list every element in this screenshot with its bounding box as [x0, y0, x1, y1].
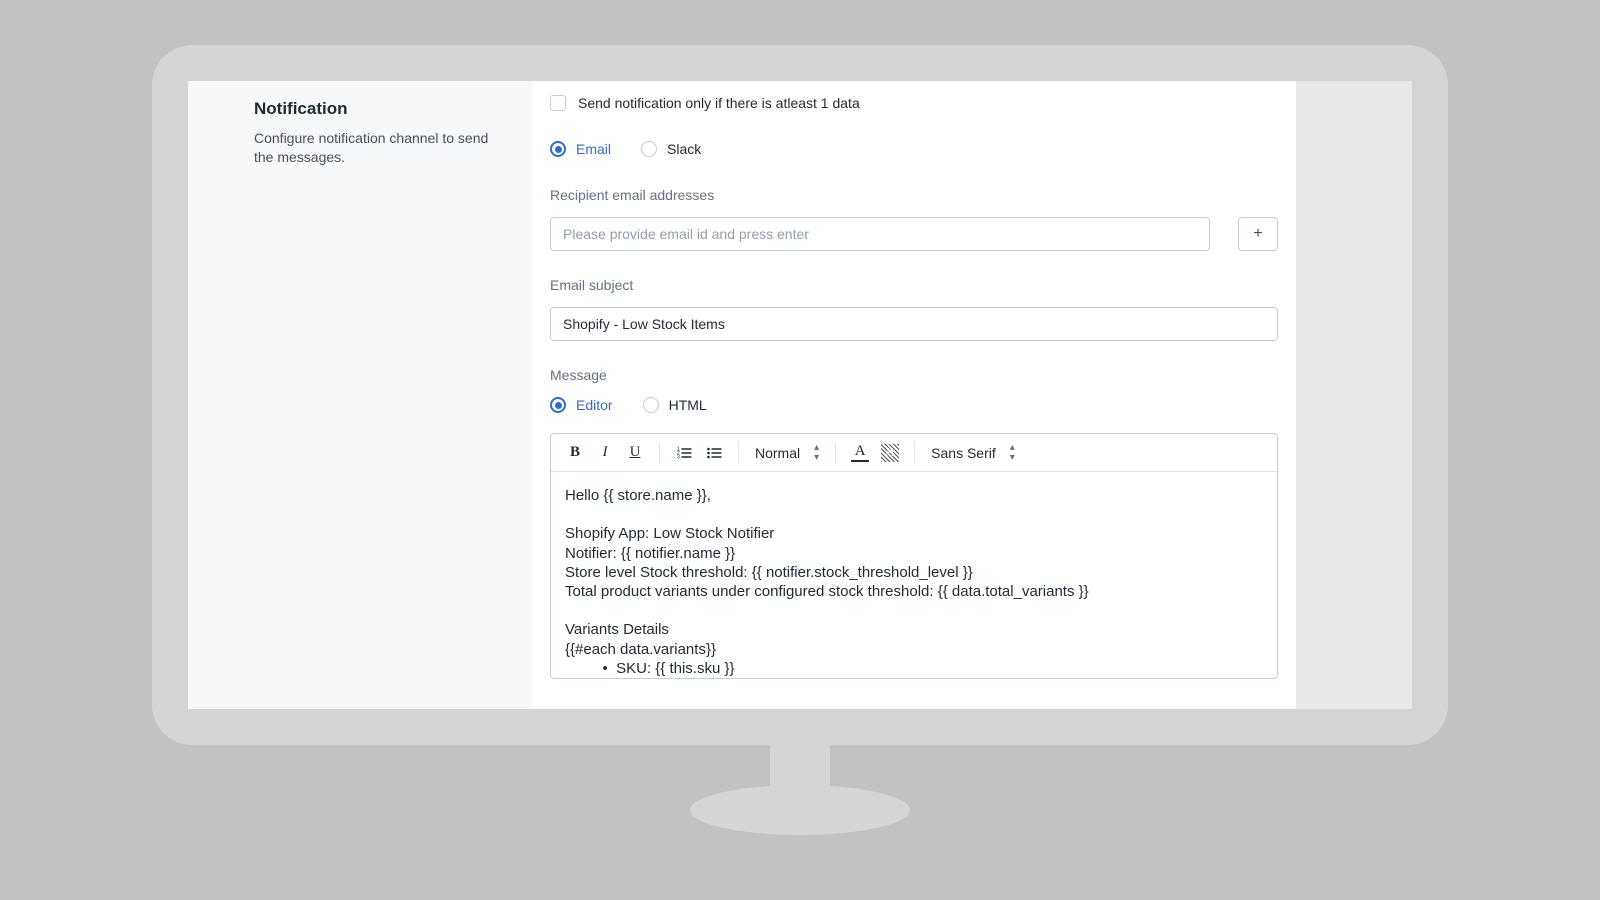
font-select-label: Sans Serif — [931, 445, 996, 461]
screen: Notification Configure notification chan… — [188, 81, 1412, 709]
channel-email-label: Email — [576, 141, 611, 157]
sidebar-title: Notification — [254, 99, 504, 119]
app-content: Notification Configure notification chan… — [188, 81, 1296, 709]
heading-select[interactable]: Normal ▴▾ — [751, 443, 823, 463]
channel-radio-group: Email Slack — [550, 141, 1278, 157]
channel-slack-label: Slack — [667, 141, 701, 157]
channel-email[interactable]: Email — [550, 141, 611, 157]
chevron-updown-icon: ▴▾ — [1010, 443, 1015, 463]
message-label: Message — [550, 367, 1278, 383]
toolbar-separator — [659, 442, 660, 464]
recipient-input[interactable] — [550, 217, 1210, 251]
italic-icon[interactable]: I — [593, 441, 617, 465]
radio-selected-icon — [550, 141, 566, 157]
monitor-bezel: Notification Configure notification chan… — [152, 45, 1448, 745]
toolbar-separator — [914, 442, 915, 464]
mode-html[interactable]: HTML — [643, 397, 707, 413]
text-color-icon[interactable]: A — [848, 441, 872, 465]
radio-unselected-icon — [643, 397, 659, 413]
editor-body[interactable]: Hello {{ store.name }}, Shopify App: Low… — [551, 472, 1277, 678]
font-select[interactable]: Sans Serif ▴▾ — [927, 443, 1019, 463]
mode-editor-label: Editor — [576, 397, 613, 413]
editor-toolbar: B I U 123 — [551, 434, 1277, 472]
rich-text-editor: B I U 123 — [550, 433, 1278, 679]
message-mode-group: Editor HTML — [550, 397, 1278, 413]
toolbar-separator — [738, 442, 739, 464]
ordered-list-icon[interactable]: 123 — [672, 441, 696, 465]
subject-group: Email subject — [550, 277, 1278, 341]
svg-text:3: 3 — [677, 454, 680, 460]
chevron-updown-icon: ▴▾ — [814, 443, 819, 463]
mode-editor[interactable]: Editor — [550, 397, 613, 413]
bold-icon[interactable]: B — [563, 441, 587, 465]
recipient-group: Recipient email addresses + — [550, 187, 1278, 251]
recipient-label: Recipient email addresses — [550, 187, 1278, 203]
radio-selected-icon — [550, 397, 566, 413]
heading-select-label: Normal — [755, 445, 800, 461]
subject-label: Email subject — [550, 277, 1278, 293]
radio-unselected-icon — [641, 141, 657, 157]
underline-icon[interactable]: U — [623, 441, 647, 465]
message-group: Message Editor HTML — [550, 367, 1278, 679]
background-color-icon[interactable]: A — [878, 441, 902, 465]
unordered-list-icon[interactable] — [702, 441, 726, 465]
screen-gutter — [1296, 81, 1412, 709]
main-panel: Send notification only if there is atlea… — [532, 81, 1296, 709]
sidebar-description: Configure notification channel to send t… — [254, 129, 504, 167]
add-recipient-button[interactable]: + — [1238, 217, 1278, 251]
subject-input[interactable] — [550, 307, 1278, 341]
channel-slack[interactable]: Slack — [641, 141, 701, 157]
sidebar: Notification Configure notification chan… — [188, 81, 532, 709]
monitor-frame: Notification Configure notification chan… — [152, 45, 1448, 855]
mode-html-label: HTML — [669, 397, 707, 413]
atleast-one-data-label: Send notification only if there is atlea… — [578, 95, 860, 111]
atleast-one-data-row[interactable]: Send notification only if there is atlea… — [550, 95, 1278, 111]
checkbox-icon[interactable] — [550, 95, 566, 111]
monitor-stand-base — [690, 785, 910, 835]
toolbar-separator — [835, 442, 836, 464]
